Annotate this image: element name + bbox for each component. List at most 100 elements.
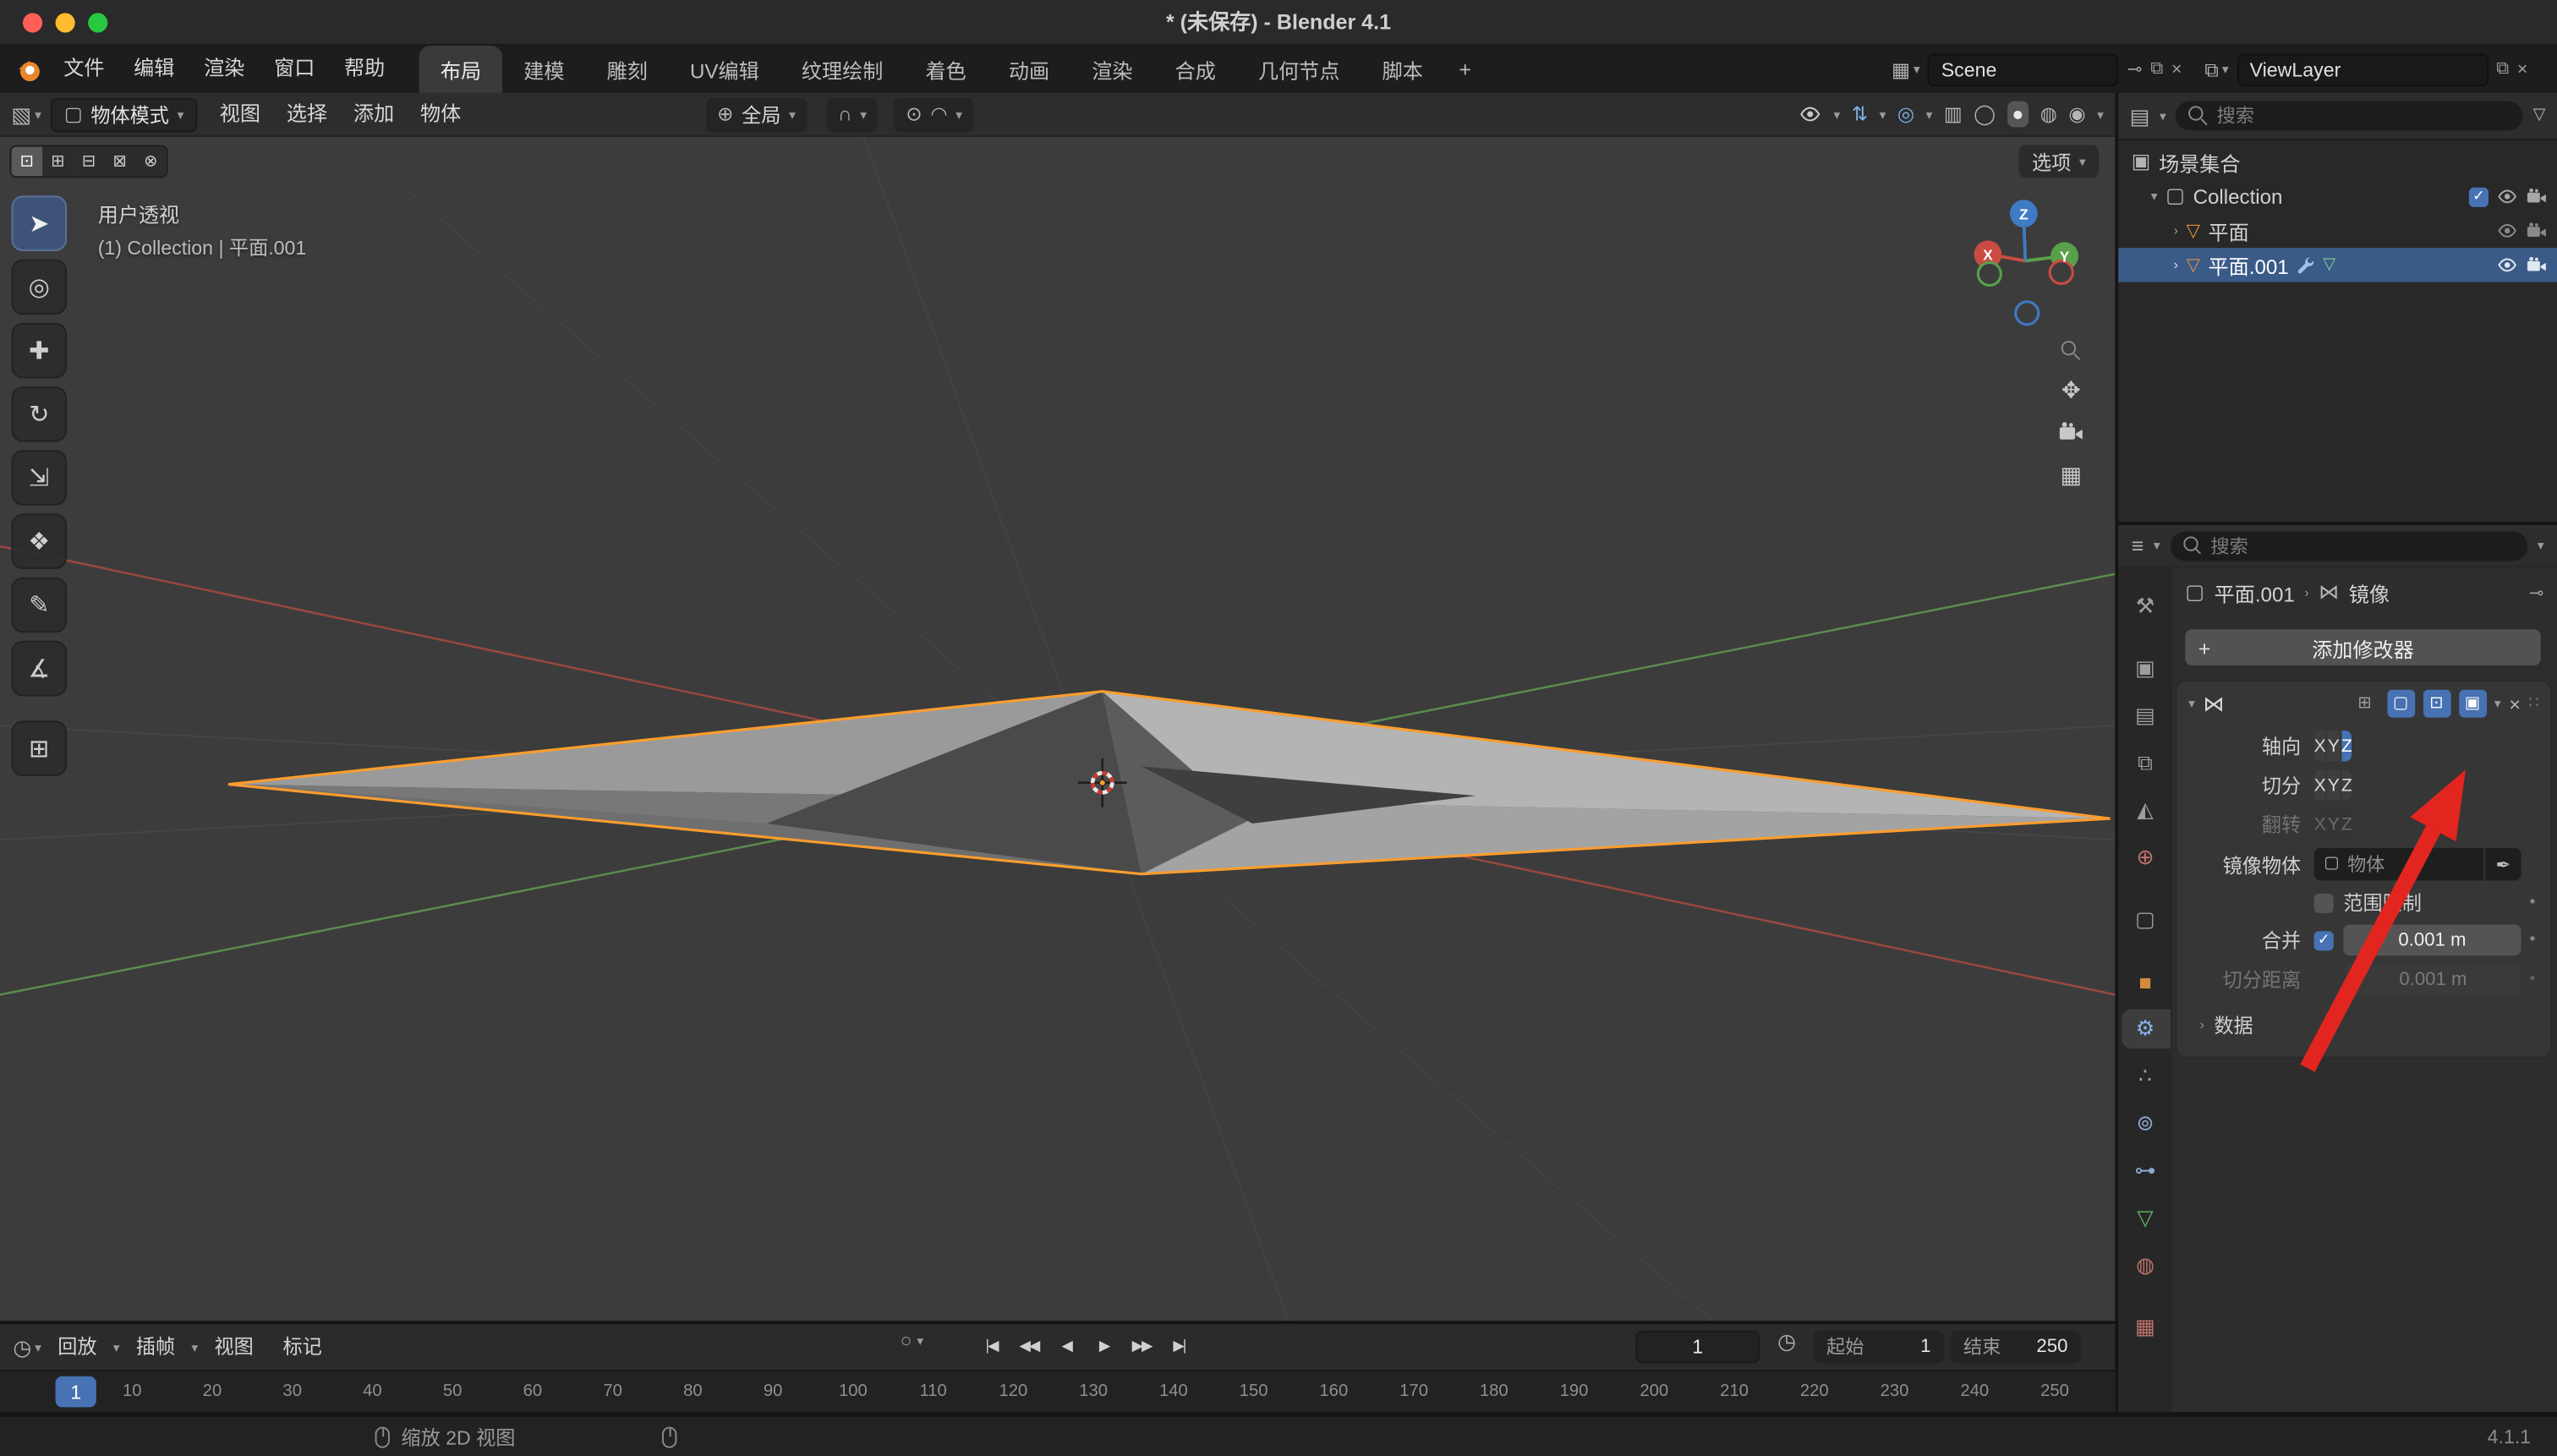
pin-icon[interactable]: ⊸ [2529, 582, 2544, 603]
data-subpanel-toggle[interactable]: › 数据 [2187, 1003, 2543, 1042]
viewport-menu-item[interactable]: 选择 [273, 93, 340, 136]
tool-select-box[interactable]: ➤ [11, 195, 67, 251]
properties-tab-physics[interactable]: ⊚ [2121, 1104, 2170, 1143]
axis-z-button[interactable]: Z [2341, 731, 2352, 762]
new-scene-icon[interactable]: ⧉ [2150, 58, 2163, 79]
visibility-eye-icon[interactable] [1799, 102, 1822, 125]
properties-tab-modifiers[interactable]: ⚙ [2121, 1010, 2170, 1048]
workspace-tab[interactable]: 合成 [1154, 46, 1237, 93]
frame-start-field[interactable]: 起始 1 [1814, 1331, 1944, 1364]
camera-icon[interactable] [2526, 255, 2547, 276]
close-icon[interactable]: × [2517, 59, 2527, 79]
current-frame-field[interactable]: 1 [1635, 1331, 1760, 1364]
viewport-canvas[interactable] [0, 93, 2115, 1321]
overlays-toggle-icon[interactable]: ◎ [1897, 104, 1914, 123]
show-on-cage-toggle[interactable]: ⊞ [2351, 690, 2379, 718]
timeline-ruler[interactable]: 1 10203040506070809010011012013014015016… [0, 1370, 2115, 1412]
properties-tab-collection[interactable]: ▢ [2121, 900, 2170, 939]
bisect-distance-field[interactable]: 0.001 m [2345, 964, 2521, 995]
auto-keying-toggle[interactable]: ○ ▾ [901, 1331, 924, 1350]
close-icon[interactable]: × [2171, 59, 2182, 79]
gizmos-toggle-icon[interactable]: ⇅ [1852, 104, 1868, 123]
outliner-search-input[interactable]: 搜索 [2176, 101, 2523, 131]
properties-tab-constraints[interactable]: ⊶ [2121, 1152, 2170, 1191]
tool-add-cube[interactable]: ⊞ [11, 720, 67, 776]
tool-transform[interactable]: ❖ [11, 513, 67, 569]
bisect-x-button[interactable]: X [2314, 769, 2326, 801]
next-keyframe-button[interactable]: ▶▶ [1125, 1331, 1158, 1362]
properties-search-input[interactable]: 搜索 [2170, 531, 2527, 561]
show-in-render-toggle[interactable]: ▣ [2459, 690, 2487, 718]
viewport-menu-item[interactable]: 视图 [206, 93, 273, 136]
workspace-tab[interactable]: 建模 [502, 46, 585, 93]
select-mode-intersect[interactable]: ⊗ [135, 147, 167, 177]
xray-toggle-icon[interactable]: ▥ [1944, 104, 1963, 123]
filter-funnel-icon[interactable]: ▽ [2533, 107, 2546, 123]
show-in-viewport-toggle[interactable]: ⊡ [2423, 690, 2450, 718]
flip-x-button[interactable]: X [2314, 809, 2326, 840]
flip-z-button[interactable]: Z [2341, 809, 2352, 840]
shading-wireframe-icon[interactable]: ◯ [1974, 104, 1996, 123]
workspace-tab[interactable]: 雕刻 [586, 46, 669, 93]
properties-tab-material[interactable]: ◍ [2121, 1245, 2170, 1284]
extras-dropdown-icon[interactable]: ▾ [2494, 696, 2501, 710]
workspace-tab[interactable]: 纹理绘制 [780, 46, 905, 93]
jump-end-button[interactable]: ▶| [1163, 1331, 1196, 1362]
jump-start-button[interactable]: |◀ [975, 1331, 1008, 1362]
topbar-menu-item[interactable]: 渲染 [189, 46, 260, 93]
properties-tab-texture[interactable]: ▦ [2121, 1308, 2170, 1347]
workspace-tab[interactable]: 脚本 [1361, 46, 1444, 93]
properties-tab-data[interactable]: ▽ [2121, 1198, 2170, 1237]
blender-logo-icon[interactable] [13, 55, 42, 85]
clock-icon[interactable]: ◷ [1777, 1331, 1796, 1352]
collapse-chevron-icon[interactable]: ▾ [2188, 696, 2195, 710]
mode-dropdown[interactable]: ▢ 物体模式 ▾ [51, 97, 196, 131]
playhead-frame-badge[interactable]: 1 [56, 1377, 96, 1408]
bisect-y-button[interactable]: Y [2328, 769, 2340, 801]
animate-dot-icon[interactable]: • [2521, 931, 2544, 949]
expander-icon[interactable]: › [2174, 223, 2178, 238]
properties-tab-render[interactable]: ▣ [2121, 649, 2170, 688]
options-dropdown[interactable]: 选项 ▾ [2019, 145, 2100, 178]
editor-type-icon[interactable]: ▤ [2130, 105, 2150, 126]
eye-icon[interactable] [2497, 220, 2518, 241]
select-mode-invert[interactable]: ⊠ [104, 147, 135, 177]
properties-tab-tool[interactable]: ⚒ [2121, 587, 2170, 626]
camera-icon[interactable] [2526, 186, 2547, 207]
outliner-row-collection[interactable]: ▾ ▢ Collection ✓ [2118, 179, 2557, 213]
editor-type-icon[interactable]: ◷ [13, 1336, 31, 1357]
topbar-menu-item[interactable]: 编辑 [119, 46, 189, 93]
close-modifier-icon[interactable]: × [2509, 694, 2521, 714]
show-in-editmode-toggle[interactable]: ▢ [2387, 690, 2415, 718]
scene-name-field[interactable]: Scene [1928, 53, 2119, 86]
tool-annotate[interactable]: ✎ [11, 577, 67, 633]
eye-icon[interactable] [2497, 255, 2518, 276]
navigation-gizmo[interactable]: X Y Z [1965, 189, 2092, 333]
workspace-tab[interactable]: 渲染 [1070, 46, 1153, 93]
workspace-tab[interactable]: 动画 [988, 46, 1070, 93]
mirror-object-field[interactable]: ▢ 物体 [2314, 848, 2484, 881]
animate-dot-icon[interactable]: • [2521, 894, 2544, 911]
drag-handle-icon[interactable]: ∷ [2528, 696, 2538, 712]
merge-checkbox[interactable]: ✓ [2314, 930, 2334, 950]
proportional-edit-toggle[interactable]: ⊙ ◠ ▾ [895, 97, 974, 131]
keying-menu[interactable]: 插帧 [123, 1324, 188, 1370]
play-button[interactable]: ▶ [1087, 1331, 1120, 1362]
select-mode-new[interactable]: ⊡ [11, 147, 42, 177]
workspace-tab[interactable]: 着色 [904, 46, 987, 93]
breadcrumb-modifier[interactable]: 镜像 [2349, 577, 2390, 608]
properties-tab-scene[interactable]: ◭ [2121, 791, 2170, 829]
tool-scale[interactable]: ⇲ [11, 450, 67, 506]
transform-orientation-dropdown[interactable]: ⊕ 全局 ▾ [706, 97, 808, 131]
snap-toggle[interactable]: ∩ ▾ [826, 97, 878, 131]
shading-rendered-icon[interactable]: ◉ [2068, 104, 2085, 123]
shading-solid-icon[interactable]: ● [2007, 101, 2029, 128]
marker-menu[interactable]: 标记 [270, 1324, 335, 1370]
tool-rotate[interactable]: ↻ [11, 386, 67, 442]
zoom-icon[interactable] [2061, 341, 2081, 360]
expander-icon[interactable]: › [2174, 258, 2178, 272]
outliner-row-plane-001[interactable]: › ▽ 平面.001 ▽ [2118, 248, 2557, 282]
properties-tab-object[interactable]: ■ [2121, 962, 2170, 1001]
eyedropper-icon[interactable]: ✒ [2485, 848, 2521, 881]
workspace-tab[interactable]: UV编辑 [669, 46, 780, 93]
